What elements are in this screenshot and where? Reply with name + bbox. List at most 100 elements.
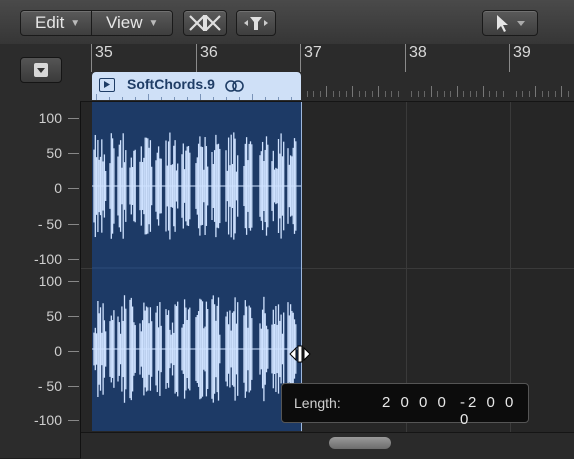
ruler-tick [378, 86, 380, 97]
ruler-tick [482, 86, 484, 97]
ruler-tick [384, 91, 386, 97]
snap-icon [244, 17, 268, 30]
chevron-down-icon: ▼ [148, 17, 159, 29]
bar-marker [509, 44, 510, 72]
header-tick [161, 97, 162, 100]
header-tick [213, 97, 214, 100]
amplitude-tick [68, 420, 79, 421]
ruler-tick [469, 91, 471, 97]
ruler-tick [371, 91, 373, 97]
waveform [92, 132, 301, 403]
ruler-tick [365, 91, 367, 97]
tooltip-label: Length: [294, 395, 341, 411]
header-tick [174, 97, 175, 100]
ruler-tick [567, 91, 569, 97]
ruler-tick [443, 91, 445, 97]
tooltip-value: 2 0 0 0 [382, 394, 449, 411]
ruler-tick [313, 91, 315, 97]
bar-marker [405, 44, 406, 72]
bar-number: 39 [513, 44, 531, 61]
header-tick [265, 97, 266, 100]
amplitude-tick [68, 259, 79, 260]
amplitude-tick [68, 281, 79, 282]
amplitude-tick [68, 153, 79, 154]
bar-number: 38 [409, 44, 427, 61]
region-header[interactable]: SoftChords.9 [92, 72, 301, 100]
header-tick [148, 94, 149, 100]
pointer-tool-icon [497, 15, 525, 32]
amplitude-label: - 50 [37, 216, 62, 232]
header-tick [96, 94, 97, 100]
amplitude-label: 50 [46, 145, 62, 161]
ruler-tick [391, 91, 393, 97]
header-tick [291, 97, 292, 100]
ruler-tick [332, 91, 334, 97]
ruler-tick [528, 91, 530, 97]
amplitude-label: - 50 [37, 378, 62, 394]
horizontal-scrollbar[interactable] [81, 432, 574, 459]
ruler-tick [411, 91, 412, 97]
view-menu-button[interactable]: View ▼ [91, 10, 173, 36]
collapse-button[interactable] [20, 57, 62, 83]
ruler-tick [554, 91, 556, 97]
ruler-tick [522, 91, 524, 97]
bar-marker [300, 44, 301, 72]
ruler-tick [515, 91, 517, 97]
amplitude-label: 100 [38, 273, 62, 289]
ruler-tick [306, 91, 308, 97]
amplitude-tick [68, 351, 79, 352]
ruler-tick [489, 91, 491, 97]
view-menu-label: View [106, 13, 143, 32]
catch-playhead-icon [189, 15, 221, 31]
snap-button[interactable] [236, 10, 276, 36]
ruler-tick [437, 91, 439, 97]
length-tooltip: Length: 2 0 0 0 -2 0 0 0 [281, 383, 529, 428]
ruler-tick [495, 91, 497, 97]
ruler-tick [476, 91, 478, 97]
ruler-tick [535, 86, 537, 97]
header-tick [239, 97, 240, 100]
ruler-tick [398, 91, 399, 97]
chevron-down-icon [34, 63, 48, 77]
amplitude-label: 0 [54, 180, 62, 196]
header-tick [226, 97, 227, 100]
header-tick [200, 94, 201, 100]
scroll-thumb[interactable] [329, 437, 391, 449]
ruler-tick [561, 86, 563, 97]
header-tick [252, 94, 253, 100]
bar-number: 35 [95, 44, 113, 61]
ruler-tick [339, 91, 341, 97]
amplitude-tick [68, 386, 79, 387]
amplitude-label: 100 [38, 110, 62, 126]
ruler-tick [450, 91, 452, 97]
play-icon [99, 78, 115, 92]
ruler-tick [358, 91, 360, 97]
edit-menu-button[interactable]: Edit ▼ [20, 10, 92, 36]
amplitude-label: 50 [46, 308, 62, 324]
amplitude-tick [68, 118, 79, 119]
pointer-tool-menu[interactable] [482, 10, 538, 36]
ruler-tick [541, 91, 543, 97]
amplitude-tick [68, 316, 79, 317]
ruler-tick [424, 91, 426, 97]
amplitude-tick [68, 188, 79, 189]
resize-cursor-icon [289, 345, 311, 363]
ruler-tick [345, 91, 347, 97]
ruler-tick [417, 91, 419, 97]
header-tick [135, 97, 136, 100]
amplitude-label: -100 [33, 412, 62, 428]
bar-number: 37 [304, 44, 322, 61]
header-tick [187, 97, 188, 100]
ruler-tick [456, 86, 458, 97]
header-tick [278, 97, 279, 100]
catch-playhead-button[interactable] [183, 10, 227, 36]
amplitude-label: 0 [54, 343, 62, 359]
audio-region[interactable] [92, 102, 302, 431]
bar-marker [196, 44, 197, 72]
header-tick [122, 97, 123, 100]
loop-icon [225, 80, 244, 92]
chevron-down-icon: ▼ [70, 17, 81, 29]
header-tick [109, 97, 110, 100]
ruler-tick [502, 91, 504, 97]
ruler-tick [463, 91, 465, 97]
